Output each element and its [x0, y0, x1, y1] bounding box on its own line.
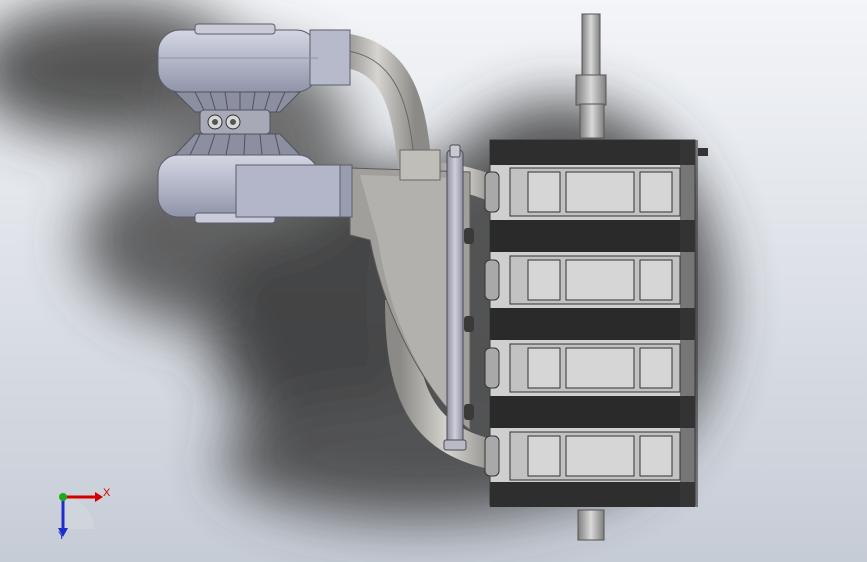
axis-y-label: Y [58, 530, 66, 542]
model-render [0, 0, 867, 562]
cad-viewport[interactable]: X Y [0, 0, 867, 562]
engine-block [484, 139, 708, 507]
axis-x-label: X [103, 487, 111, 499]
